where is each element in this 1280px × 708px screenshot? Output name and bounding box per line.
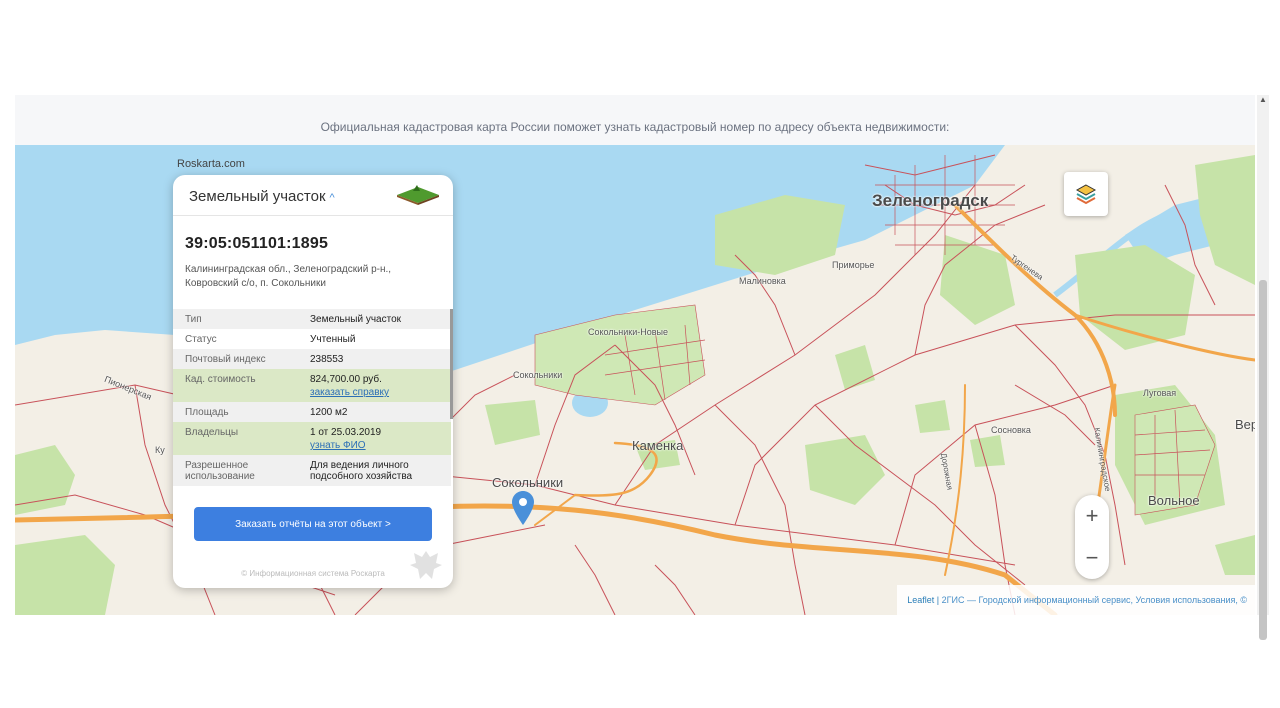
parcel-info-panel: Земельный участок ^ 39:05:051101:1895 Кал… (173, 175, 453, 588)
row-key: Тип (185, 314, 202, 325)
table-row: Владельцы 1 от 25.03.2019 узнать ФИО (173, 422, 451, 455)
attribution-text[interactable]: 2ГИС — Городской информационный сервис, … (942, 595, 1247, 605)
place-label-sokolniki: Сокольники (492, 475, 564, 490)
place-label-zelenogradsk: Зеленоградск (872, 191, 989, 210)
owner-name-link[interactable]: узнать ФИО (310, 440, 451, 451)
location-marker-icon[interactable] (512, 491, 534, 525)
place-label-sokolniki-novye: Сокольники-Новые (588, 327, 669, 337)
intro-text: Официальная кадастровая карта России пом… (320, 120, 950, 134)
zoom-in-button[interactable]: + (1075, 495, 1109, 537)
place-label-volnoe: Вольное (1148, 493, 1200, 508)
intro-bar: Официальная кадастровая карта России пом… (15, 95, 1255, 145)
zoom-out-button[interactable]: − (1075, 537, 1109, 579)
layers-icon (1075, 184, 1097, 205)
table-row: Почтовый индекс 238553 (173, 349, 451, 369)
site-label: Roskarta.com (177, 158, 245, 170)
row-key: Разрешенное использование (185, 460, 255, 482)
chevron-up-icon[interactable]: ^ (330, 192, 335, 204)
order-reports-button[interactable]: Заказать отчёты на этот объект > (194, 507, 432, 541)
place-label-sokolniki-small: Сокольники (513, 370, 563, 380)
place-label-primorye: Приморье (832, 260, 875, 270)
row-key: Кад. стоимость (185, 374, 256, 385)
place-label-malinovka: Малиновка (739, 276, 786, 286)
panel-title: Земельный участок (189, 188, 326, 205)
place-label-ver: Вер (1235, 417, 1255, 432)
table-row: Тип Земельный участок (173, 309, 451, 329)
place-label-sosnovka: Сосновка (991, 425, 1031, 435)
row-value: Для ведения личного подсобного хозяйства (310, 460, 413, 482)
info-table: Тип Земельный участок Статус Учтенный По… (173, 309, 451, 487)
copyright-text: © Информационная система Роскарта (241, 569, 385, 578)
place-label-lugovaya: Луговая (1143, 388, 1177, 398)
zoom-control: + − (1075, 495, 1109, 579)
scrollbar-thumb[interactable] (1259, 280, 1267, 640)
order-certificate-link[interactable]: заказать справку (310, 387, 451, 398)
row-value-wrap: 824,700.00 руб. заказать справку (310, 374, 451, 398)
parcel-address: Калининградская обл., Зеленоградский р-н… (185, 264, 392, 289)
layers-button[interactable] (1064, 172, 1108, 216)
row-key: Площадь (185, 407, 229, 418)
table-row: Площадь 1200 м2 (173, 402, 451, 422)
map-area[interactable]: Roskarta.com Зеленоградск Каменка Соколь… (15, 145, 1255, 615)
row-value: 824,700.00 руб. (310, 374, 382, 385)
panel-header[interactable]: Земельный участок ^ (173, 175, 453, 216)
map-attribution: Leaflet | 2ГИС — Городской информационны… (897, 585, 1255, 615)
row-value: Земельный участок (310, 314, 402, 325)
place-label-kamenka: Каменка (632, 438, 684, 453)
table-row: Кад. стоимость 824,700.00 руб. заказать … (173, 369, 451, 402)
row-value: Учтенный (310, 334, 356, 345)
page-scrollbar[interactable]: ▲ (1257, 95, 1269, 640)
table-row: Разрешенное использование Для ведения ли… (173, 455, 451, 486)
place-label-ku: Ку (155, 445, 165, 455)
row-key: Владельцы (185, 427, 239, 438)
cadastral-number: 39:05:051101:1895 (185, 235, 329, 252)
attribution-separator: | (936, 595, 940, 605)
row-value: 1 от 25.03.2019 (310, 427, 382, 438)
leaflet-link[interactable]: Leaflet (907, 595, 934, 605)
table-row: Статус Учтенный (173, 329, 451, 349)
row-value-wrap: 1 от 25.03.2019 узнать ФИО (310, 427, 451, 451)
row-key: Почтовый индекс (185, 354, 266, 365)
row-value: 1200 м2 (310, 407, 348, 418)
scroll-up-icon[interactable]: ▲ (1259, 95, 1267, 104)
row-value: 238553 (310, 354, 344, 365)
table-scrollbar[interactable] (450, 309, 453, 419)
row-key: Статус (185, 334, 217, 345)
panel-title-wrap[interactable]: Земельный участок ^ (189, 188, 335, 205)
land-parcel-icon (397, 185, 439, 205)
